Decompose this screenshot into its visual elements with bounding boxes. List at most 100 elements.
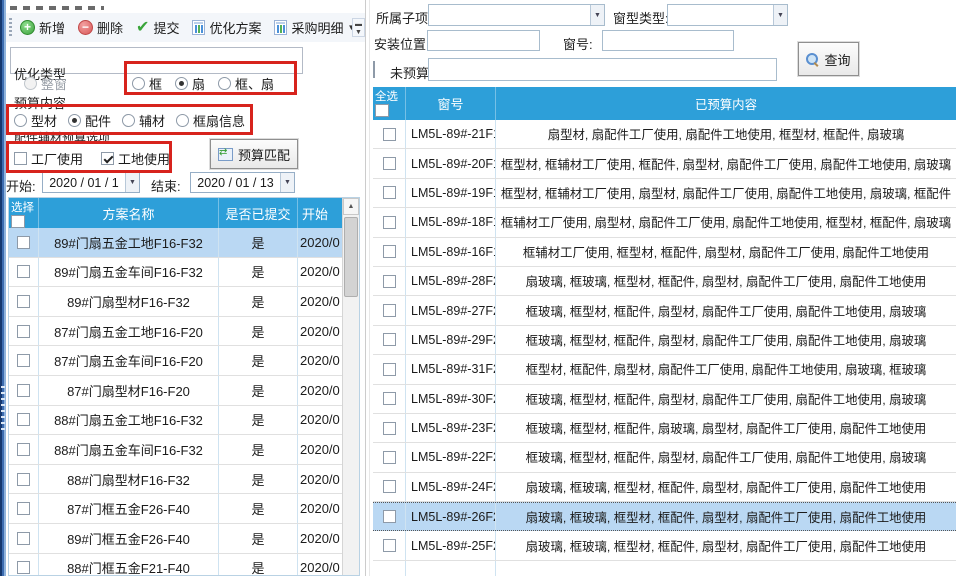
window-type-combo[interactable]: ▼ [667,4,788,26]
row-select-cell[interactable] [373,296,406,324]
row-checkbox[interactable] [383,186,396,199]
row-select-cell[interactable] [9,554,39,576]
row-select-cell[interactable] [9,317,39,346]
row-checkbox[interactable] [17,384,30,397]
window-row[interactable]: LM5L-89#-25F23扇玻璃, 框玻璃, 框型材, 框配件, 扇型材, 扇… [373,531,956,560]
row-checkbox[interactable] [383,304,396,317]
submit-button[interactable]: ✔ 提交 [136,18,179,37]
radio-option[interactable]: 配件 [68,111,111,130]
row-select-cell[interactable] [9,406,39,435]
window-row[interactable]: LM5L-89#-16F15框辅材工厂使用, 框型材, 框配件, 扇型材, 扇配… [373,238,956,267]
row-select-cell[interactable] [373,179,406,207]
plan-row[interactable]: 89#门扇五金车间F16-F32是2020/0 [9,258,344,288]
plan-row[interactable]: 89#门框五金F26-F40是2020/0 [9,524,344,554]
row-checkbox[interactable] [383,216,396,229]
checkbox-option[interactable]: 工地使用 [101,149,170,168]
select-all-checkbox[interactable] [11,215,25,228]
row-checkbox[interactable] [383,157,396,170]
arrow-up-icon[interactable]: ▲ [343,198,359,215]
row-checkbox[interactable] [17,502,30,515]
row-select-cell[interactable] [9,465,39,494]
window-row[interactable]: LM5L-89#-23F21框玻璃, 框型材, 框配件, 扇玻璃, 扇型材, 扇… [373,414,956,443]
purchase-detail-button[interactable]: 采购明细 ▼ [274,18,355,37]
row-checkbox[interactable] [17,236,30,249]
radio-icon[interactable] [132,77,145,90]
row-select-cell[interactable] [373,355,406,383]
row-checkbox[interactable] [17,413,30,426]
radio-icon[interactable] [122,114,135,127]
chevron-down-icon[interactable]: ▼ [590,5,604,25]
row-select-cell[interactable] [373,443,406,471]
row-select-cell[interactable] [9,376,39,405]
row-select-cell[interactable] [373,503,406,530]
row-select-cell[interactable] [373,149,406,177]
budget-match-button[interactable]: 预算匹配 [210,139,298,169]
row-select-cell[interactable] [9,346,39,375]
splitter-grip[interactable] [1,386,5,430]
window-no-input[interactable] [602,30,734,51]
toolbar-grip[interactable] [9,18,12,37]
radio-option[interactable]: 框 [132,74,162,93]
row-checkbox[interactable] [17,561,30,574]
query-button[interactable]: 查询 [798,42,859,76]
toolbar-overflow-button[interactable]: ▬▼ [352,18,365,37]
plan-row[interactable]: 87#门扇型材F16-F20是2020/0 [9,376,344,406]
window-row[interactable]: LM5L-89#-20F18框型材, 框辅材工厂使用, 框配件, 扇型材, 扇配… [373,149,956,178]
optimize-plan-button[interactable]: 优化方案 [192,18,261,37]
row-checkbox[interactable] [383,539,396,552]
radio-option[interactable]: 框、扇 [218,74,274,93]
row-checkbox[interactable] [17,473,30,486]
row-select-cell[interactable] [373,414,406,442]
plan-row[interactable]: 88#门扇五金工地F16-F32是2020/0 [9,406,344,436]
row-checkbox[interactable] [383,451,396,464]
checkbox-option[interactable]: 工厂使用 [14,149,83,168]
window-row[interactable]: LM5L-89#-22F20框玻璃, 框型材, 框配件, 扇型材, 扇配件工厂使… [373,443,956,472]
row-checkbox[interactable] [383,392,396,405]
row-select-cell[interactable] [373,473,406,501]
plan-row[interactable]: 89#门扇型材F16-F32是2020/0 [9,287,344,317]
sub-item-combo[interactable]: ▼ [428,4,605,26]
window-row[interactable]: LM5L-89#-28F26扇玻璃, 框玻璃, 框型材, 框配件, 扇型材, 扇… [373,267,956,296]
radio-icon[interactable] [218,77,231,90]
window-row[interactable]: LM5L-89#-19F17框型材, 框辅材工厂使用, 扇型材, 扇配件工厂使用… [373,179,956,208]
row-checkbox[interactable] [17,532,30,545]
row-select-cell[interactable] [9,287,39,316]
delete-button[interactable]: − 删除 [78,18,123,37]
radio-option[interactable]: 辅材 [122,111,165,130]
chevron-down-icon[interactable]: ▼ [280,173,294,192]
row-select-cell[interactable] [373,531,406,559]
window-row[interactable]: LM5L-89#-29F27框玻璃, 框型材, 框配件, 扇型材, 扇配件工厂使… [373,326,956,355]
radio-option[interactable]: 型材 [14,111,57,130]
radio-option[interactable]: 扇 [175,74,205,93]
row-select-cell[interactable] [373,120,406,148]
radio-icon[interactable] [175,77,188,90]
row-select-cell[interactable] [373,208,406,236]
plan-row[interactable]: 89#门扇五金工地F16-F32是2020/0 [9,228,344,258]
plan-row[interactable]: 88#门框五金F21-F40是2020/0 [9,554,344,576]
window-row[interactable]: LM5L-89#-24F22扇玻璃, 框玻璃, 框型材, 框配件, 扇型材, 扇… [373,473,956,502]
row-checkbox[interactable] [17,443,30,456]
plan-row[interactable]: 87#门框五金F26-F40是2020/0 [9,494,344,524]
row-select-cell[interactable] [373,385,406,413]
no-budget-checkbox[interactable] [373,61,375,78]
scrollbar-thumb[interactable] [344,217,358,297]
plan-row[interactable]: 87#门扇五金工地F16-F20是2020/0 [9,317,344,347]
window-row[interactable]: LM5L-89#-26F24扇玻璃, 框玻璃, 框型材, 框配件, 扇型材, 扇… [373,502,956,531]
row-select-cell[interactable] [9,258,39,287]
install-pos-input[interactable] [427,30,540,51]
chevron-down-icon[interactable]: ▼ [125,173,139,192]
row-checkbox[interactable] [383,333,396,346]
row-checkbox[interactable] [383,422,396,435]
plan-row[interactable]: 87#门扇五金车间F16-F20是2020/0 [9,346,344,376]
select-all-checkbox[interactable] [375,104,389,117]
date-end-picker[interactable]: 2020 / 01 / 13 ▼ [190,172,295,193]
panel-divider[interactable] [365,0,366,576]
chevron-down-icon[interactable]: ▼ [773,5,787,25]
row-select-cell[interactable] [9,228,39,257]
row-checkbox[interactable] [17,265,30,278]
row-checkbox[interactable] [383,363,396,376]
vertical-scrollbar[interactable]: ▲ [342,198,359,575]
radio-icon[interactable] [68,114,81,127]
row-checkbox[interactable] [17,354,30,367]
checkbox-icon[interactable] [101,152,114,165]
